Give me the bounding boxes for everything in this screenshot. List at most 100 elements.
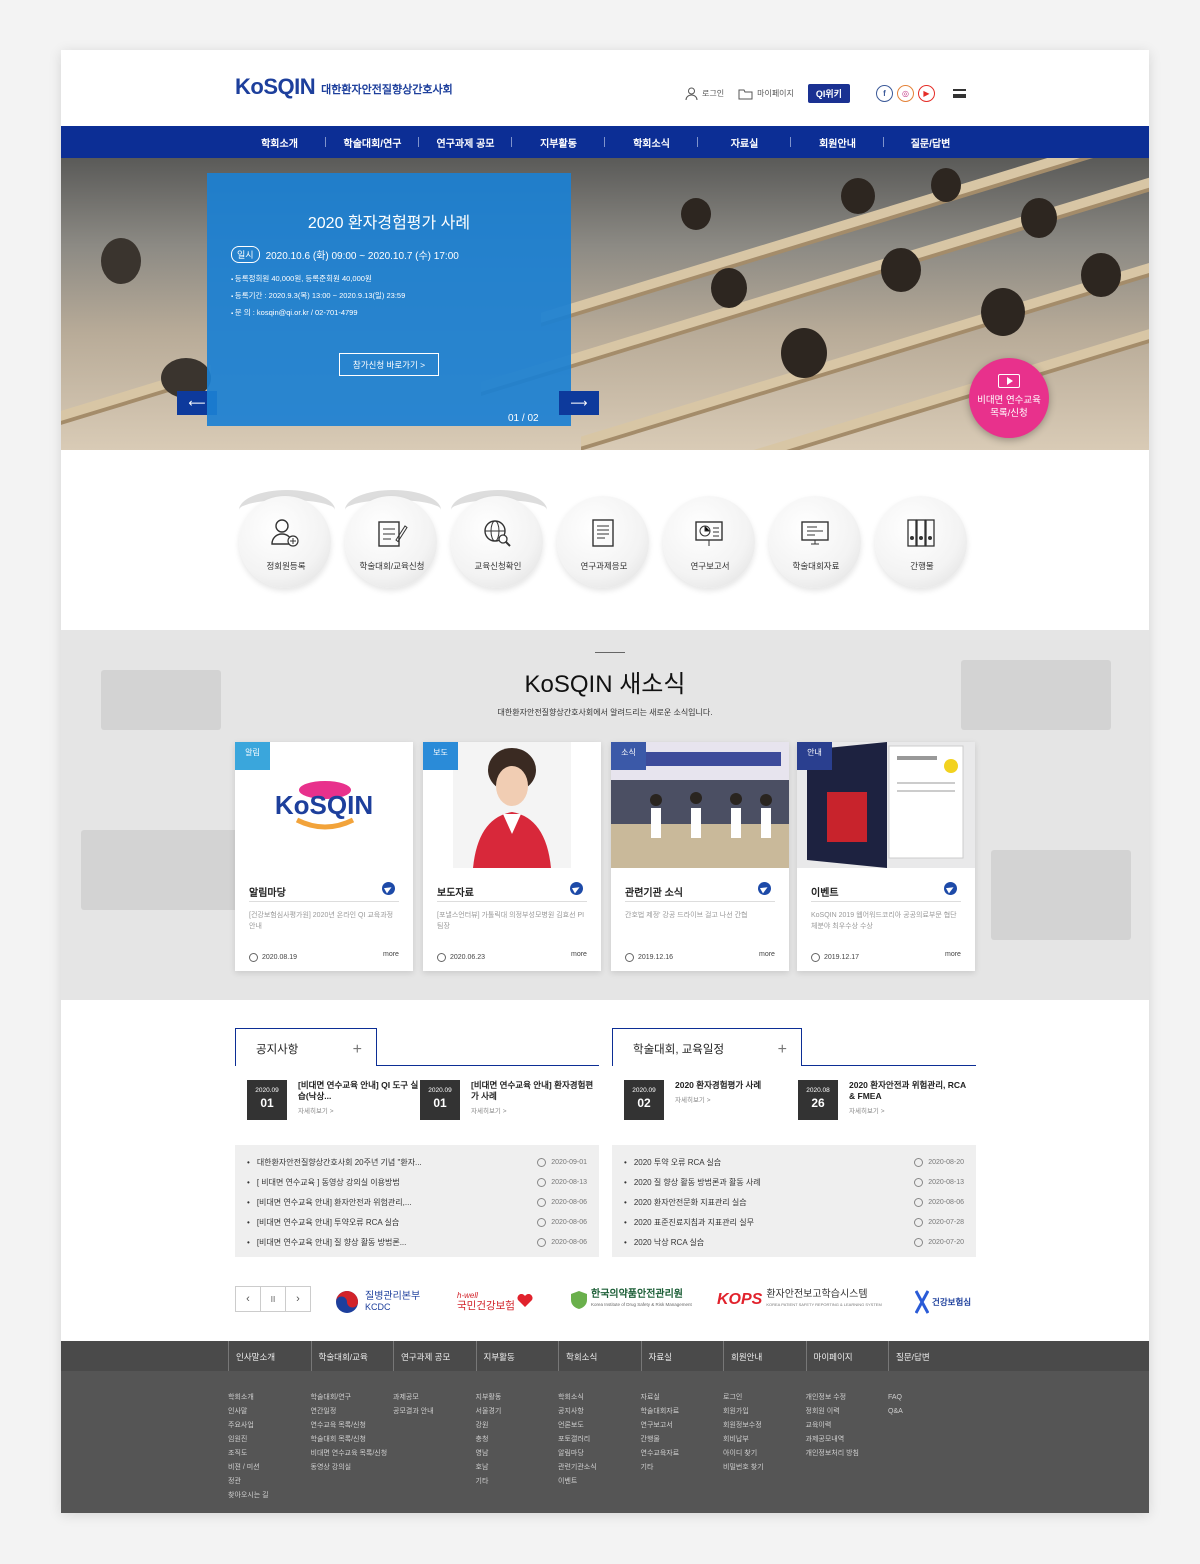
news-card[interactable]: 소식 관련기관 소식 간호법 제정' 강공 드라이브 걸고 나선 간협 2019…: [611, 742, 789, 971]
footer-link[interactable]: 비젼 / 미션: [228, 1461, 310, 1475]
banner-kdca[interactable]: 질병관리본부 KCDC: [335, 1290, 420, 1314]
footer-link[interactable]: 공모결과 안내: [393, 1405, 475, 1419]
footer-link[interactable]: 인사말: [228, 1405, 310, 1419]
footer-link[interactable]: 기타: [641, 1461, 723, 1475]
footer-link[interactable]: 로그인: [723, 1391, 805, 1405]
footer-col-heading[interactable]: 연구과제 공모: [393, 1341, 475, 1371]
gnb-item-news[interactable]: 학회소식: [605, 135, 698, 150]
notice-highlight[interactable]: 2020.09 01 [비대면 연수교육 안내] 환자경험편가 사례 자세히보기 >: [420, 1080, 595, 1120]
share-icon[interactable]: [758, 882, 771, 895]
quick-publication[interactable]: 간행물: [871, 490, 977, 596]
news-card-more[interactable]: more: [571, 951, 587, 958]
news-card[interactable]: 보도 보도자료 [포낼스언터뷰] 가톨릭대 의정부성모병원 김효선 PI 팀장 …: [423, 742, 601, 971]
footer-link[interactable]: 연수교육자료: [641, 1447, 723, 1461]
quick-conference-apply[interactable]: 학술대회/교육신청: [341, 490, 447, 596]
footer-link[interactable]: 서울경기: [476, 1405, 558, 1419]
news-card-more[interactable]: more: [759, 951, 775, 958]
share-icon[interactable]: [944, 882, 957, 895]
footer-col-heading[interactable]: 인사말소개: [228, 1341, 310, 1371]
highlight-more[interactable]: 자세히보기 >: [675, 1095, 761, 1106]
highlight-more[interactable]: 자세히보기 >: [471, 1106, 595, 1117]
quick-research-report[interactable]: 연구보고서: [659, 490, 765, 596]
highlight-more[interactable]: 자세히보기 >: [298, 1106, 422, 1117]
footer-link[interactable]: 영남: [476, 1447, 558, 1461]
footer-link[interactable]: 주요사업: [228, 1419, 310, 1433]
footer-link[interactable]: 과제공모내역: [806, 1433, 888, 1447]
site-logo[interactable]: KoSQIN 대한환자안전질향상간호사회: [235, 68, 453, 100]
tab-schedule[interactable]: 학술대회, 교육일정 +: [612, 1028, 802, 1066]
footer-col-heading[interactable]: 자료실: [640, 1341, 723, 1371]
gnb-item-conference[interactable]: 학술대회/연구: [326, 135, 419, 150]
footer-link[interactable]: 기타: [476, 1475, 558, 1489]
mypage-link[interactable]: 마이페이지: [738, 88, 794, 100]
list-item[interactable]: 2020 표준진료지침과 지표관리 실무2020-07-28: [624, 1212, 964, 1232]
quick-member-register[interactable]: 정회원등록: [235, 490, 341, 596]
footer-link[interactable]: 비밀번호 찾기: [723, 1461, 805, 1475]
footer-link[interactable]: 회원가입: [723, 1405, 805, 1419]
gnb-item-about[interactable]: 학회소개: [233, 135, 326, 150]
footer-col-heading[interactable]: 지부활동: [475, 1341, 558, 1371]
qiwiki-button[interactable]: QI위키: [807, 84, 850, 103]
hero-apply-button[interactable]: 참가신청 바로가기 >: [339, 353, 439, 376]
footer-col-heading[interactable]: 학술대회/교육: [310, 1341, 393, 1371]
footer-link[interactable]: 동영상 강의실: [311, 1461, 393, 1475]
footer-link[interactable]: 공지사항: [558, 1405, 640, 1419]
hamburger-menu-icon[interactable]: [952, 89, 966, 98]
footer-link[interactable]: 포토갤러리: [558, 1433, 640, 1447]
footer-link[interactable]: 회원정보수정: [723, 1419, 805, 1433]
banner-next-button[interactable]: ›: [285, 1286, 311, 1312]
banner-hira[interactable]: 건강보험심: [915, 1290, 975, 1314]
footer-col-heading[interactable]: 학회소식: [558, 1341, 640, 1371]
banner-prev-button[interactable]: ‹: [235, 1286, 261, 1312]
list-item[interactable]: [ 비대면 연수교육 ] 동영상 강의실 이용방법2020-08-13: [247, 1172, 587, 1192]
footer-link[interactable]: 임원진: [228, 1433, 310, 1447]
news-card[interactable]: 안내 이벤트 KoSQIN 2019 웹어워드코리아 공공의료부문 협단체분야 …: [797, 742, 975, 971]
footer-link[interactable]: 알림마당: [558, 1447, 640, 1461]
news-card-more[interactable]: more: [945, 951, 961, 958]
footer-link[interactable]: 학술대회 목록/신청: [311, 1433, 393, 1447]
highlight-more[interactable]: 자세히보기 >: [849, 1106, 973, 1117]
footer-link[interactable]: 개인정보처리 방침: [806, 1447, 888, 1461]
list-item[interactable]: [비대면 연수교육 안내] 투약오류 RCA 실습2020-08-06: [247, 1212, 587, 1232]
list-item[interactable]: 2020 환자안전문화 지표관리 실습2020-08-06: [624, 1192, 964, 1212]
gnb-item-research-call[interactable]: 연구과제 공모: [419, 135, 512, 150]
gnb-item-membership[interactable]: 회원안내: [791, 135, 884, 150]
footer-link[interactable]: 지부활동: [476, 1391, 558, 1405]
banner-kops[interactable]: KOPS 환자안전보고학습시스템 KOREA PATIENT SAFETY REP…: [717, 1290, 882, 1310]
footer-link[interactable]: 학회소식: [558, 1391, 640, 1405]
footer-col-heading[interactable]: 질문/답변: [888, 1341, 970, 1371]
banner-nhis[interactable]: h-well 국민건강보험: [457, 1290, 533, 1312]
footer-link[interactable]: 조직도: [228, 1447, 310, 1461]
footer-link[interactable]: 학술대회자료: [641, 1405, 723, 1419]
list-item[interactable]: [비대면 연수교육 안내] 환자안전과 위험관리,...2020-08-06: [247, 1192, 587, 1212]
footer-link[interactable]: 강원: [476, 1419, 558, 1433]
list-item[interactable]: 대한환자안전질향상간호사회 20주년 기념 "환자...2020-09-01: [247, 1152, 587, 1172]
footer-col-heading[interactable]: 마이페이지: [805, 1341, 888, 1371]
footer-link[interactable]: 학회소개: [228, 1391, 310, 1405]
footer-link[interactable]: 찾아오시는 길: [228, 1489, 310, 1503]
share-icon[interactable]: [570, 882, 583, 895]
quick-research-apply[interactable]: 연구과제응모: [553, 490, 659, 596]
footer-link[interactable]: 간행물: [641, 1433, 723, 1447]
footer-link[interactable]: 이벤트: [558, 1475, 640, 1489]
video-course-button[interactable]: 비대면 연수교육 목록/신청: [969, 358, 1049, 438]
news-card-more[interactable]: more: [383, 951, 399, 958]
footer-link[interactable]: 교육이력: [806, 1419, 888, 1433]
footer-link[interactable]: 충청: [476, 1433, 558, 1447]
footer-link[interactable]: Q&A: [888, 1405, 970, 1419]
footer-link[interactable]: 회비납부: [723, 1433, 805, 1447]
footer-link[interactable]: 정관: [228, 1475, 310, 1489]
gnb-item-qna[interactable]: 질문/답변: [884, 135, 977, 150]
footer-link[interactable]: 개인정보 수정: [806, 1391, 888, 1405]
footer-link[interactable]: 연수교육 목록/신청: [311, 1419, 393, 1433]
list-item[interactable]: [비대면 연수교육 안내] 질 향상 활동 방법론...2020-08-06: [247, 1232, 587, 1252]
footer-link[interactable]: FAQ: [888, 1391, 970, 1405]
schedule-highlight[interactable]: 2020.08 26 2020 환자안전과 위험관리, RCA & FMEA 자세히…: [798, 1080, 973, 1120]
footer-link[interactable]: 학술대회/연구: [311, 1391, 393, 1405]
quick-conference-material[interactable]: 학술대회자료: [765, 490, 871, 596]
notice-highlight[interactable]: 2020.09 01 [비대면 연수교육 안내] QI 도구 실습(낙상... 자세…: [247, 1080, 422, 1120]
footer-link[interactable]: 정회원 이력: [806, 1405, 888, 1419]
login-link[interactable]: 로그인: [685, 87, 724, 101]
share-icon[interactable]: [382, 882, 395, 895]
footer-link[interactable]: 자료실: [641, 1391, 723, 1405]
